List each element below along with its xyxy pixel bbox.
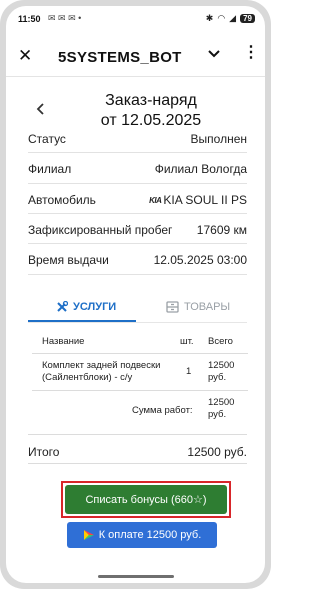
total-divider — [28, 434, 247, 435]
info-row-status: Статус Выполнен — [28, 128, 247, 150]
info-value: 12.05.2025 03:00 — [153, 253, 247, 267]
kia-logo: KIA — [149, 196, 162, 205]
page-title-line1: Заказ-наряд — [105, 92, 197, 109]
column-header-qty: шт. — [180, 336, 194, 347]
info-row-car: Автомобиль KIA KIA SOUL II PS — [28, 189, 247, 211]
notification-icons: ✉ ✉ ✉ • — [48, 13, 82, 23]
divider — [28, 152, 247, 153]
signal-icon: ◢ — [229, 13, 237, 23]
divider — [28, 183, 247, 184]
divider — [28, 243, 247, 244]
phone-frame: 11:50 ✉ ✉ ✉ • ✱ ◠ ◢ 79 ✕ 5SYSTEMS_BOT ⋮ … — [0, 0, 271, 589]
total-divider — [28, 463, 247, 464]
info-row-mileage: Зафиксированный пробег 17609 км — [28, 219, 247, 241]
info-label: Автомобиль — [28, 193, 96, 207]
app-title: 5SYSTEMS_BOT — [58, 49, 182, 66]
tabs-divider — [28, 322, 247, 323]
home-indicator — [98, 575, 174, 578]
screen: 11:50 ✉ ✉ ✉ • ✱ ◠ ◢ 79 ✕ 5SYSTEMS_BOT ⋮ … — [6, 6, 265, 583]
info-row-branch: Филиал Филиал Вологда — [28, 158, 247, 180]
tools-icon — [57, 301, 68, 312]
chevron-down-icon[interactable] — [207, 47, 221, 61]
info-value-wrap: KIA KIA SOUL II PS — [149, 193, 247, 207]
column-header-name: Название — [42, 336, 85, 347]
pay-button[interactable]: К оплате 12500 руб. — [67, 522, 217, 548]
service-total: 12500 руб. — [208, 360, 235, 383]
tab-services[interactable]: УСЛУГИ — [56, 296, 116, 318]
info-value: 17609 км — [196, 223, 247, 237]
info-value: Выполнен — [190, 132, 247, 146]
info-value: KIA SOUL II PS — [163, 193, 247, 207]
battery-icon: 79 — [240, 14, 255, 23]
back-icon[interactable] — [34, 102, 48, 116]
tab-goods[interactable]: ТОВАРЫ — [166, 296, 230, 318]
spend-bonuses-button[interactable]: Списать бонусы (660☆) — [65, 485, 227, 514]
service-name: Комплект задней подвески (Сайлентблоки) … — [42, 360, 161, 383]
table-divider — [32, 390, 248, 391]
payment-logo-icon — [83, 530, 94, 540]
app-bar: ✕ 5SYSTEMS_BOT ⋮ — [6, 36, 265, 76]
info-label: Время выдачи — [28, 253, 109, 267]
more-vert-icon[interactable]: ⋮ — [243, 45, 259, 61]
info-label: Статус — [28, 132, 66, 146]
service-qty: 1 — [186, 366, 192, 377]
sum-value: 12500 руб. — [208, 397, 235, 420]
box-icon — [166, 301, 179, 313]
info-label: Зафиксированный пробег — [28, 223, 173, 237]
column-header-total: Всего — [208, 336, 233, 347]
info-row-issue-time: Время выдачи 12.05.2025 03:00 — [28, 249, 247, 271]
close-icon[interactable]: ✕ — [18, 46, 32, 66]
page-title: Заказ-наряд от 12.05.2025 — [76, 91, 226, 131]
info-value: Филиал Вологда — [154, 162, 247, 176]
divider — [28, 213, 247, 214]
bluetooth-icon: ✱ — [205, 13, 214, 23]
app-bar-divider — [6, 76, 265, 77]
pay-button-label: К оплате 12500 руб. — [98, 529, 202, 541]
status-bar: 11:50 ✉ ✉ ✉ • ✱ ◠ ◢ 79 — [6, 6, 265, 28]
status-time: 11:50 — [18, 14, 41, 24]
total-value: 12500 руб. — [187, 445, 247, 459]
status-icons: ✱ ◠ ◢ 79 — [206, 13, 255, 24]
tab-services-label: УСЛУГИ — [73, 301, 117, 313]
table-divider — [32, 353, 248, 354]
wifi-icon: ◠ — [217, 13, 226, 23]
total-label: Итого — [28, 445, 60, 459]
sum-label: Сумма работ: — [132, 405, 193, 416]
divider — [28, 274, 247, 275]
tab-goods-label: ТОВАРЫ — [184, 301, 231, 313]
info-label: Филиал — [28, 162, 72, 176]
